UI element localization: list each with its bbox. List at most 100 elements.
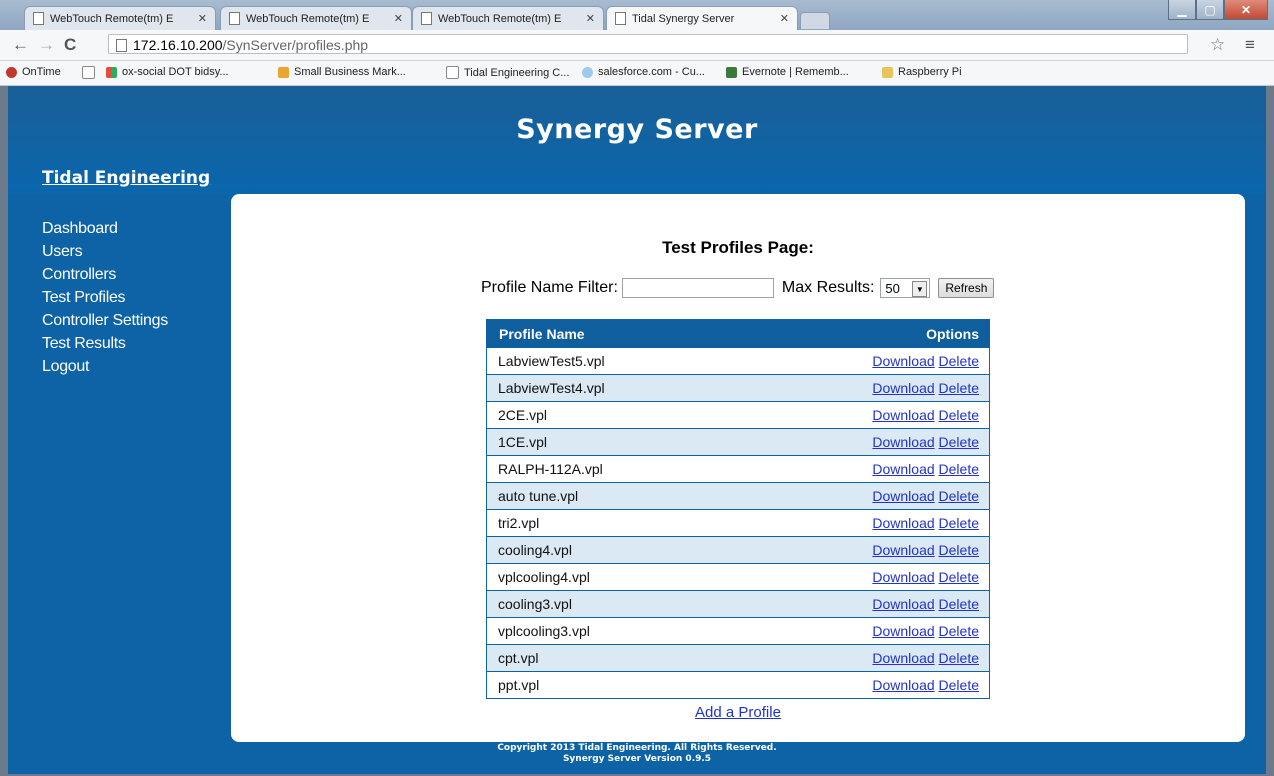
sidebar-item-controller-settings[interactable]: Controller Settings xyxy=(42,309,168,332)
sidebar-item-logout[interactable]: Logout xyxy=(42,355,168,378)
options-cell: Download Delete xyxy=(738,590,990,618)
table-header-row: Profile Name Options xyxy=(486,319,990,348)
delete-link[interactable]: Delete xyxy=(939,542,979,558)
download-link[interactable]: Download xyxy=(872,461,934,477)
options-cell: Download Delete xyxy=(738,482,990,510)
delete-link[interactable]: Delete xyxy=(939,407,979,423)
page-icon xyxy=(421,12,432,25)
table-row: vplcooling3.vpl Download Delete xyxy=(486,617,990,645)
bookmark-salesforce[interactable]: salesforce.com - Cu... xyxy=(582,66,705,78)
browser-tab-3[interactable]: WebTouch Remote(tm) E ✕ xyxy=(412,6,604,30)
brand-link[interactable]: Tidal Engineering xyxy=(42,168,210,188)
back-icon[interactable]: ← xyxy=(12,35,29,55)
add-profile-link[interactable]: Add a Profile xyxy=(231,704,1245,721)
profile-name-cell: LabviewTest4.vpl xyxy=(486,374,738,402)
download-link[interactable]: Download xyxy=(872,569,934,585)
max-results-label: Max Results: xyxy=(781,279,875,296)
url-host: 172.16.10.200 xyxy=(133,37,223,53)
close-icon[interactable]: ✕ xyxy=(780,12,789,25)
browser-tab-active[interactable]: Tidal Synergy Server ✕ xyxy=(606,6,798,30)
options-cell: Download Delete xyxy=(738,401,990,429)
page-icon xyxy=(82,66,95,79)
dropdown-arrow-icon: ▼ xyxy=(912,281,928,297)
bookmark-label: ox-social DOT bidsy... xyxy=(122,66,229,78)
folder-icon xyxy=(882,66,893,78)
page-icon xyxy=(33,12,44,25)
max-results-select[interactable]: 50 ▼ xyxy=(880,278,931,298)
download-link[interactable]: Download xyxy=(872,542,934,558)
delete-link[interactable]: Delete xyxy=(939,650,979,666)
delete-link[interactable]: Delete xyxy=(939,461,979,477)
delete-link[interactable]: Delete xyxy=(939,488,979,504)
options-cell: Download Delete xyxy=(738,374,990,402)
profiles-table: Profile Name Options LabviewTest5.vpl Dow… xyxy=(486,319,990,699)
download-link[interactable]: Download xyxy=(872,434,934,450)
delete-link[interactable]: Delete xyxy=(939,434,979,450)
sidebar-item-test-profiles[interactable]: Test Profiles xyxy=(42,286,168,309)
profile-name-filter-input[interactable] xyxy=(621,278,774,298)
download-link[interactable]: Download xyxy=(872,353,934,369)
evernote-icon xyxy=(726,66,737,78)
bookmark-label: OnTime xyxy=(22,66,61,78)
profile-name-cell: auto tune.vpl xyxy=(486,482,738,510)
browser-toolbar: ← → C 172.16.10.200/SynServer/profiles.p… xyxy=(0,30,1274,61)
sidebar-item-controllers[interactable]: Controllers xyxy=(42,263,168,286)
table-row: vplcooling4.vpl Download Delete xyxy=(486,563,990,591)
download-link[interactable]: Download xyxy=(872,380,934,396)
delete-link[interactable]: Delete xyxy=(939,596,979,612)
delete-link[interactable]: Delete xyxy=(939,380,979,396)
download-link[interactable]: Download xyxy=(872,596,934,612)
close-icon[interactable]: ✕ xyxy=(394,12,403,25)
tab-title: WebTouch Remote(tm) E xyxy=(246,12,370,25)
sidebar-nav: Dashboard Users Controllers Test Profile… xyxy=(42,217,168,378)
bookmark-small-business[interactable]: Small Business Mark... xyxy=(278,66,406,78)
table-row: tri2.vpl Download Delete xyxy=(486,509,990,537)
browser-tab-2[interactable]: WebTouch Remote(tm) E ✕ xyxy=(220,6,412,30)
delete-link[interactable]: Delete xyxy=(939,569,979,585)
bookmark-tidal[interactable]: Tidal Engineering C... xyxy=(446,66,569,79)
minimize-button[interactable]: ▁ xyxy=(1168,0,1196,20)
options-cell: Download Delete xyxy=(738,455,990,483)
bookmark-raspberry-pi[interactable]: Raspberry Pi xyxy=(882,66,962,78)
bookmarks-bar: OnTime ox-social DOT bidsy... Small Busi… xyxy=(0,61,1274,86)
sidebar-item-test-results[interactable]: Test Results xyxy=(42,332,168,355)
menu-icon[interactable]: ≡ xyxy=(1245,35,1255,55)
download-link[interactable]: Download xyxy=(872,623,934,639)
filter-label: Profile Name Filter: xyxy=(481,279,618,296)
sidebar-item-users[interactable]: Users xyxy=(42,240,168,263)
bookmark-label: Evernote | Rememb... xyxy=(742,66,849,78)
refresh-button[interactable]: Refresh xyxy=(938,278,995,298)
reload-icon[interactable]: C xyxy=(64,35,76,55)
close-icon[interactable]: ✕ xyxy=(198,12,207,25)
delete-link[interactable]: Delete xyxy=(939,623,979,639)
browser-tab-1[interactable]: WebTouch Remote(tm) E ✕ xyxy=(24,6,216,30)
download-link[interactable]: Download xyxy=(872,677,934,693)
profile-name-cell: vplcooling4.vpl xyxy=(486,563,738,591)
delete-link[interactable]: Delete xyxy=(939,677,979,693)
bookmark-star-icon[interactable]: ☆ xyxy=(1210,35,1225,55)
sidebar-item-dashboard[interactable]: Dashboard xyxy=(42,217,168,240)
filter-row: Profile Name Filter: Max Results: 50 ▼ R… xyxy=(481,278,995,298)
footer-version: Synergy Server Version 0.9.5 xyxy=(562,754,712,764)
forward-icon[interactable]: → xyxy=(38,35,55,55)
close-icon[interactable]: ✕ xyxy=(586,12,595,25)
table-row: auto tune.vpl Download Delete xyxy=(486,482,990,510)
maximize-button[interactable]: ▢ xyxy=(1196,0,1224,20)
site-title: Synergy Server xyxy=(516,114,758,145)
table-row: LabviewTest4.vpl Download Delete xyxy=(486,374,990,402)
download-link[interactable]: Download xyxy=(872,407,934,423)
bookmark-evernote[interactable]: Evernote | Rememb... xyxy=(726,66,849,78)
bookmark-ox-social[interactable]: ox-social DOT bidsy... xyxy=(106,66,229,78)
download-link[interactable]: Download xyxy=(872,650,934,666)
new-tab-button[interactable] xyxy=(800,12,830,29)
bookmark-ontime[interactable]: OnTime xyxy=(6,66,61,78)
delete-link[interactable]: Delete xyxy=(939,515,979,531)
bookmark-page[interactable] xyxy=(82,66,100,79)
download-link[interactable]: Download xyxy=(872,515,934,531)
content-panel: Test Profiles Page: Profile Name Filter:… xyxy=(231,194,1245,742)
page-heading: Test Profiles Page: xyxy=(662,238,814,257)
window-close-button[interactable]: ✕ xyxy=(1224,0,1268,20)
address-bar[interactable]: 172.16.10.200/SynServer/profiles.php xyxy=(108,34,1188,54)
download-link[interactable]: Download xyxy=(872,488,934,504)
delete-link[interactable]: Delete xyxy=(939,353,979,369)
